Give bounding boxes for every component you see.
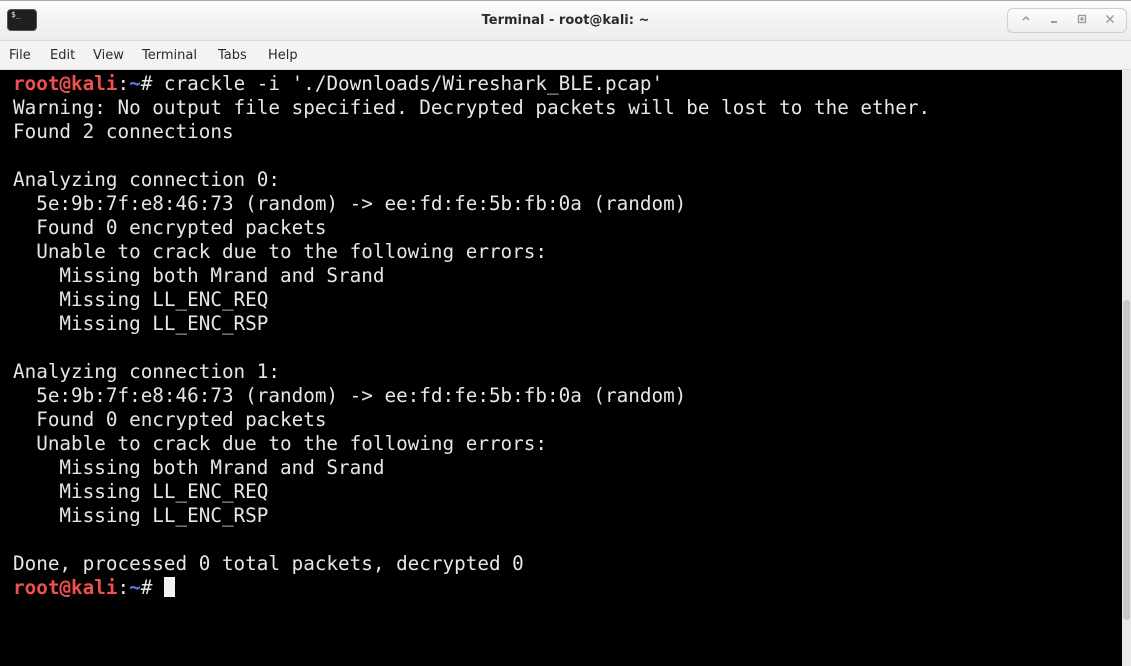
output-line: Missing LL_ENC_REQ [13, 480, 269, 503]
text-cursor [163, 577, 175, 597]
terminal-output-area[interactable]: root@kali:~# crackle -i './Downloads/Wir… [0, 70, 1122, 666]
minimize-dash-icon[interactable] [1044, 11, 1064, 31]
prompt-user: root@kali [13, 576, 118, 599]
terminal-window: $_ Terminal - root@kali: ~ File Edit Vie… [0, 0, 1131, 666]
menu-file[interactable]: File [9, 41, 31, 70]
menu-help[interactable]: Help [268, 41, 298, 70]
menu-tabs[interactable]: Tabs [218, 41, 247, 70]
prompt-symbol: # [140, 576, 164, 599]
command-line: root@kali:~# crackle -i './Downloads/Wir… [13, 72, 663, 96]
close-icon[interactable] [1100, 11, 1120, 31]
output-line: Found 0 encrypted packets [13, 408, 327, 431]
prompt-symbol: # [140, 72, 164, 95]
minimize-icon[interactable] [1016, 11, 1036, 31]
window-controls [1007, 8, 1127, 33]
output-line: Warning: No output file specified. Decry… [13, 96, 931, 119]
output-line: 5e:9b:7f:e8:46:73 (random) -> ee:fd:fe:5… [13, 384, 687, 407]
output-line: Missing LL_ENC_RSP [13, 312, 269, 335]
output-line: Found 2 connections [13, 120, 234, 143]
prompt-path: ~ [129, 72, 141, 95]
output-line: Found 0 encrypted packets [13, 216, 327, 239]
output-line: Unable to crack due to the following err… [13, 240, 547, 263]
scrollbar-thumb[interactable] [1123, 300, 1130, 620]
output-line: Analyzing connection 1: [13, 360, 280, 383]
menu-bar: File Edit View Terminal Tabs Help [0, 41, 1131, 70]
vertical-scrollbar[interactable] [1122, 70, 1131, 666]
output-line: Missing LL_ENC_REQ [13, 288, 269, 311]
output-line: Missing LL_ENC_RSP [13, 504, 269, 527]
prompt-line[interactable]: root@kali:~# [13, 576, 175, 600]
menu-terminal[interactable]: Terminal [142, 41, 197, 70]
prompt-user: root@kali [13, 72, 118, 95]
prompt-separator: : [117, 72, 130, 95]
output-line: Missing both Mrand and Srand [13, 264, 385, 287]
prompt-separator: : [117, 576, 130, 599]
maximize-icon[interactable] [1072, 11, 1092, 31]
title-bar[interactable]: $_ Terminal - root@kali: ~ [0, 1, 1131, 41]
prompt-path: ~ [129, 576, 141, 599]
output-line: Analyzing connection 0: [13, 168, 280, 191]
output-line: Unable to crack due to the following err… [13, 432, 547, 455]
menu-view[interactable]: View [93, 41, 124, 70]
output-line: Missing both Mrand and Srand [13, 456, 385, 479]
window-title: Terminal - root@kali: ~ [481, 13, 650, 28]
output-line: 5e:9b:7f:e8:46:73 (random) -> ee:fd:fe:5… [13, 192, 687, 215]
output-line: Done, processed 0 total packets, decrypt… [13, 552, 524, 575]
command-text: crackle -i './Downloads/Wireshark_BLE.pc… [163, 72, 664, 95]
menu-edit[interactable]: Edit [50, 41, 75, 70]
